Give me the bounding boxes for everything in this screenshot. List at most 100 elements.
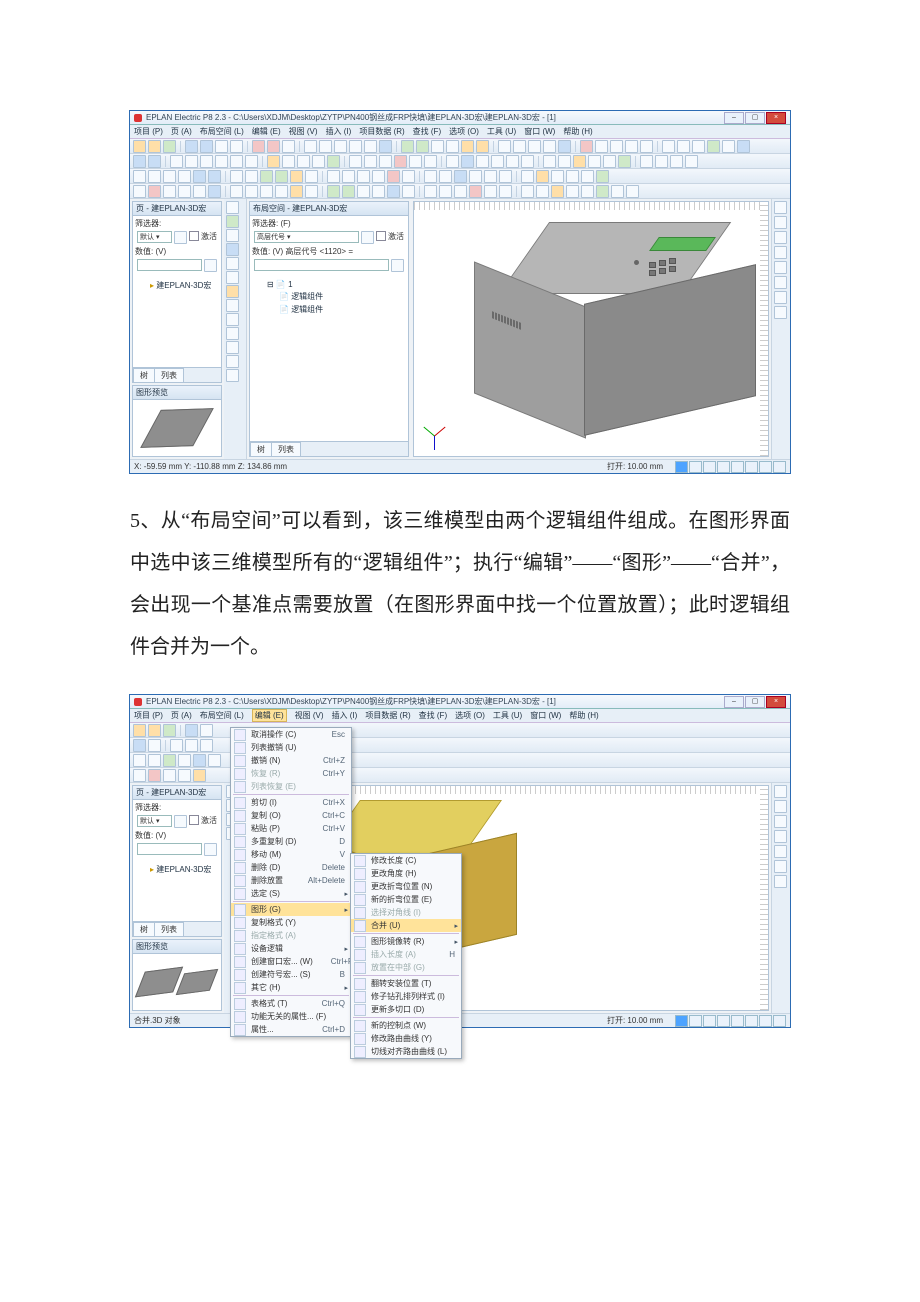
menu-find[interactable]: 查找 (F)	[419, 710, 447, 721]
tool-icon[interactable]	[193, 170, 206, 183]
tool-icon[interactable]	[163, 754, 176, 767]
menu-item[interactable]: 修改路由曲线 (Y)	[351, 1032, 461, 1045]
tool-icon[interactable]	[163, 140, 176, 153]
tool-icon[interactable]	[245, 185, 258, 198]
tool-icon[interactable]	[178, 170, 191, 183]
tool-icon[interactable]	[439, 185, 452, 198]
pill-icon[interactable]	[717, 461, 730, 473]
menu-item[interactable]: 翻转安装位置 (T)	[351, 977, 461, 990]
rtool-icon[interactable]	[774, 815, 787, 828]
value-more-button[interactable]	[204, 843, 217, 856]
tool-icon[interactable]	[193, 769, 206, 782]
tool-icon[interactable]	[491, 155, 504, 168]
tool-icon[interactable]	[506, 155, 519, 168]
tool-icon[interactable]	[185, 140, 198, 153]
menu-page[interactable]: 页 (A)	[171, 126, 192, 137]
pill-icon[interactable]	[731, 461, 744, 473]
menu-insert[interactable]: 插入 (I)	[326, 126, 352, 137]
vtool-icon[interactable]	[226, 257, 239, 270]
tool-icon[interactable]	[677, 140, 690, 153]
vtool-icon[interactable]	[226, 369, 239, 382]
pages-tab-tree[interactable]: 树	[133, 368, 155, 382]
tool-icon[interactable]	[610, 140, 623, 153]
tool-icon[interactable]	[305, 185, 318, 198]
tool-icon[interactable]	[133, 185, 146, 198]
tool-icon[interactable]	[133, 170, 146, 183]
tool-icon[interactable]	[342, 170, 355, 183]
rtool-icon[interactable]	[774, 261, 787, 274]
menu-item[interactable]: 新的折弯位置 (E)	[351, 893, 461, 906]
tool-icon[interactable]	[267, 155, 280, 168]
tool-icon[interactable]	[692, 140, 705, 153]
tool-icon[interactable]	[558, 155, 571, 168]
tool-icon[interactable]	[312, 155, 325, 168]
tool-icon[interactable]	[252, 140, 265, 153]
tool-icon[interactable]	[566, 185, 579, 198]
menu-help[interactable]: 帮助 (H)	[563, 126, 592, 137]
tool-icon[interactable]	[230, 170, 243, 183]
tool-icon[interactable]	[133, 769, 146, 782]
menu-item[interactable]: 复制格式 (Y)	[231, 916, 351, 929]
tool-icon[interactable]	[536, 185, 549, 198]
menu-item[interactable]: 更改折弯位置 (N)	[351, 880, 461, 893]
tool-icon[interactable]	[566, 170, 579, 183]
tool-icon[interactable]	[454, 185, 467, 198]
close-button[interactable]: ×	[766, 696, 786, 708]
menu-item[interactable]: 删除放置Alt+Delete	[231, 874, 351, 887]
menu-layout[interactable]: 布局空间 (L)	[200, 126, 244, 137]
tool-icon[interactable]	[148, 754, 161, 767]
tool-icon[interactable]	[208, 185, 221, 198]
tool-icon[interactable]	[596, 185, 609, 198]
tool-icon[interactable]	[446, 140, 459, 153]
rtool-icon[interactable]	[774, 216, 787, 229]
tool-icon[interactable]	[282, 140, 295, 153]
pill-icon[interactable]	[689, 461, 702, 473]
tool-icon[interactable]	[588, 155, 601, 168]
tool-icon[interactable]	[640, 155, 653, 168]
menu-project[interactable]: 项目 (P)	[134, 710, 163, 721]
tool-icon[interactable]	[499, 185, 512, 198]
filter-more-button[interactable]	[174, 231, 187, 244]
tool-icon[interactable]	[454, 170, 467, 183]
filter-active-checkbox[interactable]	[189, 231, 199, 241]
maximize-button[interactable]: ▢	[745, 696, 765, 708]
menu-edit[interactable]: 编辑 (E)	[252, 126, 281, 137]
pages-tab-list[interactable]: 列表	[154, 368, 184, 382]
tool-icon[interactable]	[245, 155, 258, 168]
tool-icon[interactable]	[185, 155, 198, 168]
tool-icon[interactable]	[513, 140, 526, 153]
menu-item[interactable]: 列表撤销 (U)	[231, 741, 351, 754]
menu-item[interactable]: 删除 (D)Delete	[231, 861, 351, 874]
tool-icon[interactable]	[193, 754, 206, 767]
tool-icon[interactable]	[364, 155, 377, 168]
menu-view[interactable]: 视图 (V)	[289, 126, 318, 137]
tool-icon[interactable]	[200, 140, 213, 153]
vtool-icon[interactable]	[226, 243, 239, 256]
pill-icon[interactable]	[703, 1015, 716, 1027]
tool-icon[interactable]	[499, 170, 512, 183]
tool-icon[interactable]	[581, 185, 594, 198]
rtool-icon[interactable]	[774, 785, 787, 798]
tool-icon[interactable]	[379, 140, 392, 153]
tool-icon[interactable]	[357, 185, 370, 198]
tool-icon[interactable]	[230, 155, 243, 168]
menu-help[interactable]: 帮助 (H)	[569, 710, 598, 721]
menu-item[interactable]: 取消操作 (C)Esc	[231, 728, 351, 741]
tool-icon[interactable]	[133, 724, 146, 737]
menu-item[interactable]: 更新多切口 (D)	[351, 1003, 461, 1016]
menu-item[interactable]: 表格式 (T)Ctrl+Q	[231, 997, 351, 1010]
menu-window[interactable]: 窗口 (W)	[530, 710, 561, 721]
tool-icon[interactable]	[424, 185, 437, 198]
tool-icon[interactable]	[461, 155, 474, 168]
menu-item[interactable]: 修子钻孔排列样式 (I)	[351, 990, 461, 1003]
vtool-icon[interactable]	[226, 355, 239, 368]
menu-item[interactable]: 图形 (G)	[231, 903, 351, 916]
rtool-icon[interactable]	[774, 291, 787, 304]
pill-icon[interactable]	[717, 1015, 730, 1027]
menu-item[interactable]: 粘贴 (P)Ctrl+V	[231, 822, 351, 835]
tool-icon[interactable]	[402, 170, 415, 183]
tool-icon[interactable]	[618, 155, 631, 168]
tool-icon[interactable]	[185, 724, 198, 737]
tool-icon[interactable]	[596, 170, 609, 183]
tool-icon[interactable]	[476, 140, 489, 153]
